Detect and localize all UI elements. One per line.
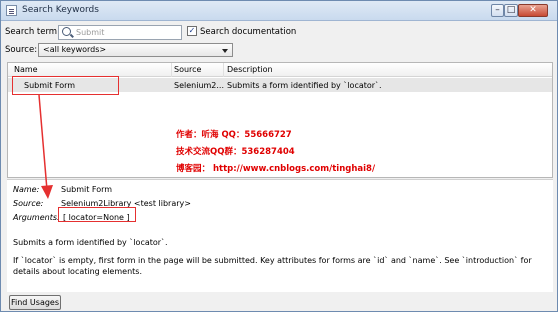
- annotation-qq-group: 技术交流QQ群：536287404: [176, 147, 295, 157]
- annotation-blog: 博客园： http://www.cnblogs.com/tinghai8/: [176, 164, 376, 174]
- annotation-author: 作者：听海 QQ：55666727: [176, 130, 292, 140]
